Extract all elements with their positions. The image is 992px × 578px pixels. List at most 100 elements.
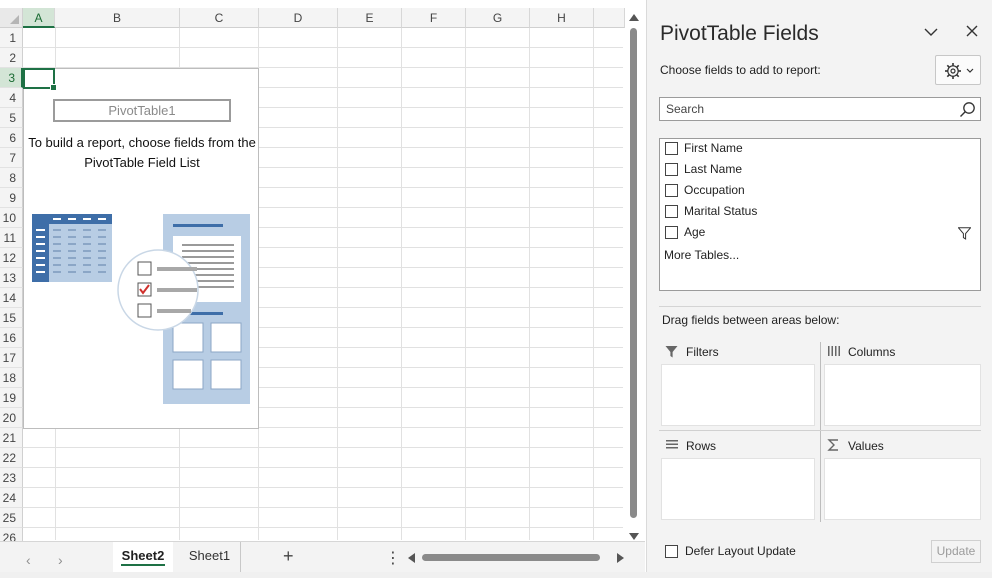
row-header-22[interactable]: 22 — [0, 448, 23, 468]
row-header-25[interactable]: 25 — [0, 508, 23, 528]
sheet-tab-sheet2[interactable]: Sheet2 — [113, 542, 173, 572]
tools-button[interactable] — [935, 55, 981, 85]
field-checkbox[interactable] — [665, 205, 678, 218]
field-list[interactable]: First Name Last Name Occupation Marital … — [659, 138, 981, 291]
row-header-21[interactable]: 21 — [0, 428, 23, 448]
more-options-icon[interactable]: ⋮ — [385, 548, 401, 568]
row-header-2[interactable]: 2 — [0, 48, 23, 68]
row-header-10[interactable]: 10 — [0, 208, 23, 228]
filter-icon[interactable] — [958, 227, 971, 240]
sigma-icon — [827, 439, 838, 451]
horizontal-scrollbar[interactable] — [408, 552, 624, 564]
grid-line — [23, 527, 623, 528]
vertical-scroll-thumb[interactable] — [630, 28, 637, 518]
field-item-last-name[interactable]: Last Name — [665, 160, 975, 180]
pivottable-instructions: To build a report, choose fields from th… — [28, 135, 256, 170]
row-header-15[interactable]: 15 — [0, 308, 23, 328]
row-header-14[interactable]: 14 — [0, 288, 23, 308]
column-header-a[interactable]: A — [23, 8, 55, 28]
field-checkbox[interactable] — [665, 142, 678, 155]
areas-horizontal-divider — [659, 430, 981, 431]
row-header-4[interactable]: 4 — [0, 88, 23, 108]
areas-vertical-divider — [820, 342, 821, 522]
row-header-9[interactable]: 9 — [0, 188, 23, 208]
rows-area-label: Rows — [686, 439, 717, 453]
prev-sheet-icon[interactable]: ‹ — [26, 552, 31, 568]
next-sheet-icon[interactable]: › — [58, 552, 63, 568]
row-header-19[interactable]: 19 — [0, 388, 23, 408]
gear-icon — [945, 63, 961, 79]
sheet-tab-sheet1[interactable]: Sheet1 — [179, 542, 241, 572]
rows-drop-area[interactable] — [661, 458, 815, 520]
field-checkbox[interactable] — [665, 226, 678, 239]
field-label: First Name — [684, 141, 743, 155]
scroll-left-arrow-icon[interactable] — [408, 553, 415, 563]
row-header-23[interactable]: 23 — [0, 468, 23, 488]
scroll-down-arrow-icon[interactable] — [629, 533, 639, 540]
grid-line — [465, 28, 466, 540]
columns-drop-area[interactable] — [824, 364, 981, 426]
active-cell-a3[interactable] — [23, 68, 57, 91]
filters-drop-area[interactable] — [661, 364, 815, 426]
row-header-6[interactable]: 6 — [0, 128, 23, 148]
column-header-h[interactable]: H — [530, 8, 594, 28]
search-box[interactable] — [659, 97, 981, 121]
columns-icon — [828, 346, 840, 356]
column-header-b[interactable]: B — [55, 8, 180, 28]
field-item-marital-status[interactable]: Marital Status — [665, 202, 975, 222]
close-icon[interactable] — [964, 23, 980, 39]
defer-layout-checkbox[interactable] — [665, 545, 678, 558]
field-label: Occupation — [684, 183, 745, 197]
row-header-8[interactable]: 8 — [0, 168, 23, 188]
field-item-first-name[interactable]: First Name — [665, 139, 975, 159]
pane-title: PivotTable Fields — [660, 22, 819, 45]
column-header-partial[interactable] — [594, 8, 625, 28]
row-header-3[interactable]: 3 — [0, 68, 23, 88]
grid-line — [337, 28, 338, 540]
row-header-17[interactable]: 17 — [0, 348, 23, 368]
row-header-13[interactable]: 13 — [0, 268, 23, 288]
field-item-age[interactable]: Age — [665, 223, 975, 243]
row-header-1[interactable]: 1 — [0, 28, 23, 48]
active-tab-underline — [121, 564, 165, 566]
collapse-chevron-icon[interactable] — [923, 24, 939, 40]
more-tables-link[interactable]: More Tables... — [664, 248, 739, 262]
scroll-right-arrow-icon[interactable] — [617, 553, 624, 563]
sheet-tab-label: Sheet1 — [188, 548, 231, 563]
select-all-corner[interactable] — [0, 8, 23, 28]
pivottable-illustration — [32, 214, 250, 404]
values-area-label: Values — [848, 439, 884, 453]
defer-layout-label: Defer Layout Update — [685, 544, 796, 558]
row-header-11[interactable]: 11 — [0, 228, 23, 248]
field-checkbox[interactable] — [665, 184, 678, 197]
grid-line — [593, 28, 594, 540]
row-header-7[interactable]: 7 — [0, 148, 23, 168]
row-header-24[interactable]: 24 — [0, 488, 23, 508]
row-header-16[interactable]: 16 — [0, 328, 23, 348]
row-header-20[interactable]: 20 — [0, 408, 23, 428]
column-header-e[interactable]: E — [338, 8, 402, 28]
pivottable-placeholder[interactable]: PivotTable1 To build a report, choose fi… — [23, 68, 259, 429]
scroll-up-arrow-icon[interactable] — [629, 14, 639, 21]
values-drop-area[interactable] — [824, 458, 981, 520]
grid-line — [23, 487, 623, 488]
column-header-f[interactable]: F — [402, 8, 466, 28]
grid-line — [23, 507, 623, 508]
column-header-d[interactable]: D — [259, 8, 338, 28]
field-item-occupation[interactable]: Occupation — [665, 181, 975, 201]
search-icon[interactable] — [959, 101, 976, 118]
row-header-12[interactable]: 12 — [0, 248, 23, 268]
row-header-5[interactable]: 5 — [0, 108, 23, 128]
column-header-c[interactable]: C — [180, 8, 259, 28]
search-input[interactable] — [660, 98, 955, 120]
row-header-18[interactable]: 18 — [0, 368, 23, 388]
vertical-scrollbar[interactable] — [625, 10, 643, 542]
worksheet-area[interactable]: A B C D E F G H 1 2 3 4 5 6 7 8 9 10 11 12 13 14 15 16 1… — [0, 0, 645, 578]
grid-line — [23, 467, 623, 468]
field-checkbox[interactable] — [665, 163, 678, 176]
horizontal-scroll-thumb[interactable] — [422, 554, 600, 561]
update-button[interactable]: Update — [931, 540, 981, 563]
column-header-g[interactable]: G — [466, 8, 530, 28]
add-sheet-button[interactable]: + — [283, 546, 294, 567]
grid-line — [23, 47, 623, 48]
